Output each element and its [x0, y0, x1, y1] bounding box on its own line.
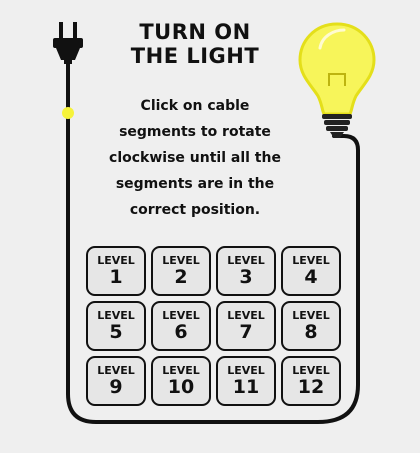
- level-1-button[interactable]: LEVEL 1: [86, 246, 146, 296]
- level-9-button[interactable]: LEVEL 9: [86, 356, 146, 406]
- level-number: 2: [174, 265, 188, 288]
- level-number: 10: [167, 375, 195, 398]
- instructions-text: Click on cable segments to rotate clockw…: [109, 98, 281, 218]
- level-number: 12: [297, 375, 325, 398]
- level-label: LEVEL: [97, 363, 135, 377]
- title-line-1: TURN ON: [139, 20, 251, 44]
- spark-dot: [62, 107, 74, 119]
- plug-icon: [53, 22, 83, 64]
- level-number: 6: [174, 320, 188, 343]
- level-2-button[interactable]: LEVEL 2: [151, 246, 211, 296]
- level-number: 5: [109, 320, 123, 343]
- level-label: LEVEL: [97, 308, 135, 322]
- level-7-button[interactable]: LEVEL 7: [216, 301, 276, 351]
- light-bulb-icon: [298, 22, 376, 138]
- level-label: LEVEL: [227, 308, 265, 322]
- level-label: LEVEL: [227, 363, 265, 377]
- level-label: LEVEL: [292, 253, 330, 267]
- level-4-button[interactable]: LEVEL 4: [281, 246, 341, 296]
- level-label: LEVEL: [162, 253, 200, 267]
- level-label: LEVEL: [162, 308, 200, 322]
- level-label: LEVEL: [227, 253, 265, 267]
- level-label: LEVEL: [292, 363, 330, 377]
- level-number: 7: [239, 320, 253, 343]
- level-5-button[interactable]: LEVEL 5: [86, 301, 146, 351]
- level-number: 4: [304, 265, 318, 288]
- level-12-button[interactable]: LEVEL 12: [281, 356, 341, 406]
- level-number: 1: [109, 265, 123, 288]
- level-6-button[interactable]: LEVEL 6: [151, 301, 211, 351]
- level-number: 11: [232, 375, 260, 398]
- level-label: LEVEL: [292, 308, 330, 322]
- level-3-button[interactable]: LEVEL 3: [216, 246, 276, 296]
- level-8-button[interactable]: LEVEL 8: [281, 301, 341, 351]
- level-11-button[interactable]: LEVEL 11: [216, 356, 276, 406]
- level-label: LEVEL: [97, 253, 135, 267]
- level-10-button[interactable]: LEVEL 10: [151, 356, 211, 406]
- level-label: LEVEL: [162, 363, 200, 377]
- level-number: 3: [239, 265, 253, 288]
- level-grid: LEVEL 1 LEVEL 2 LEVEL 3 LEVEL 4 LEVEL 5 …: [86, 246, 341, 406]
- page-title: TURN ON THE LIGHT: [120, 20, 270, 68]
- level-number: 8: [304, 320, 318, 343]
- level-number: 9: [109, 375, 123, 398]
- title-line-2: THE LIGHT: [130, 44, 260, 68]
